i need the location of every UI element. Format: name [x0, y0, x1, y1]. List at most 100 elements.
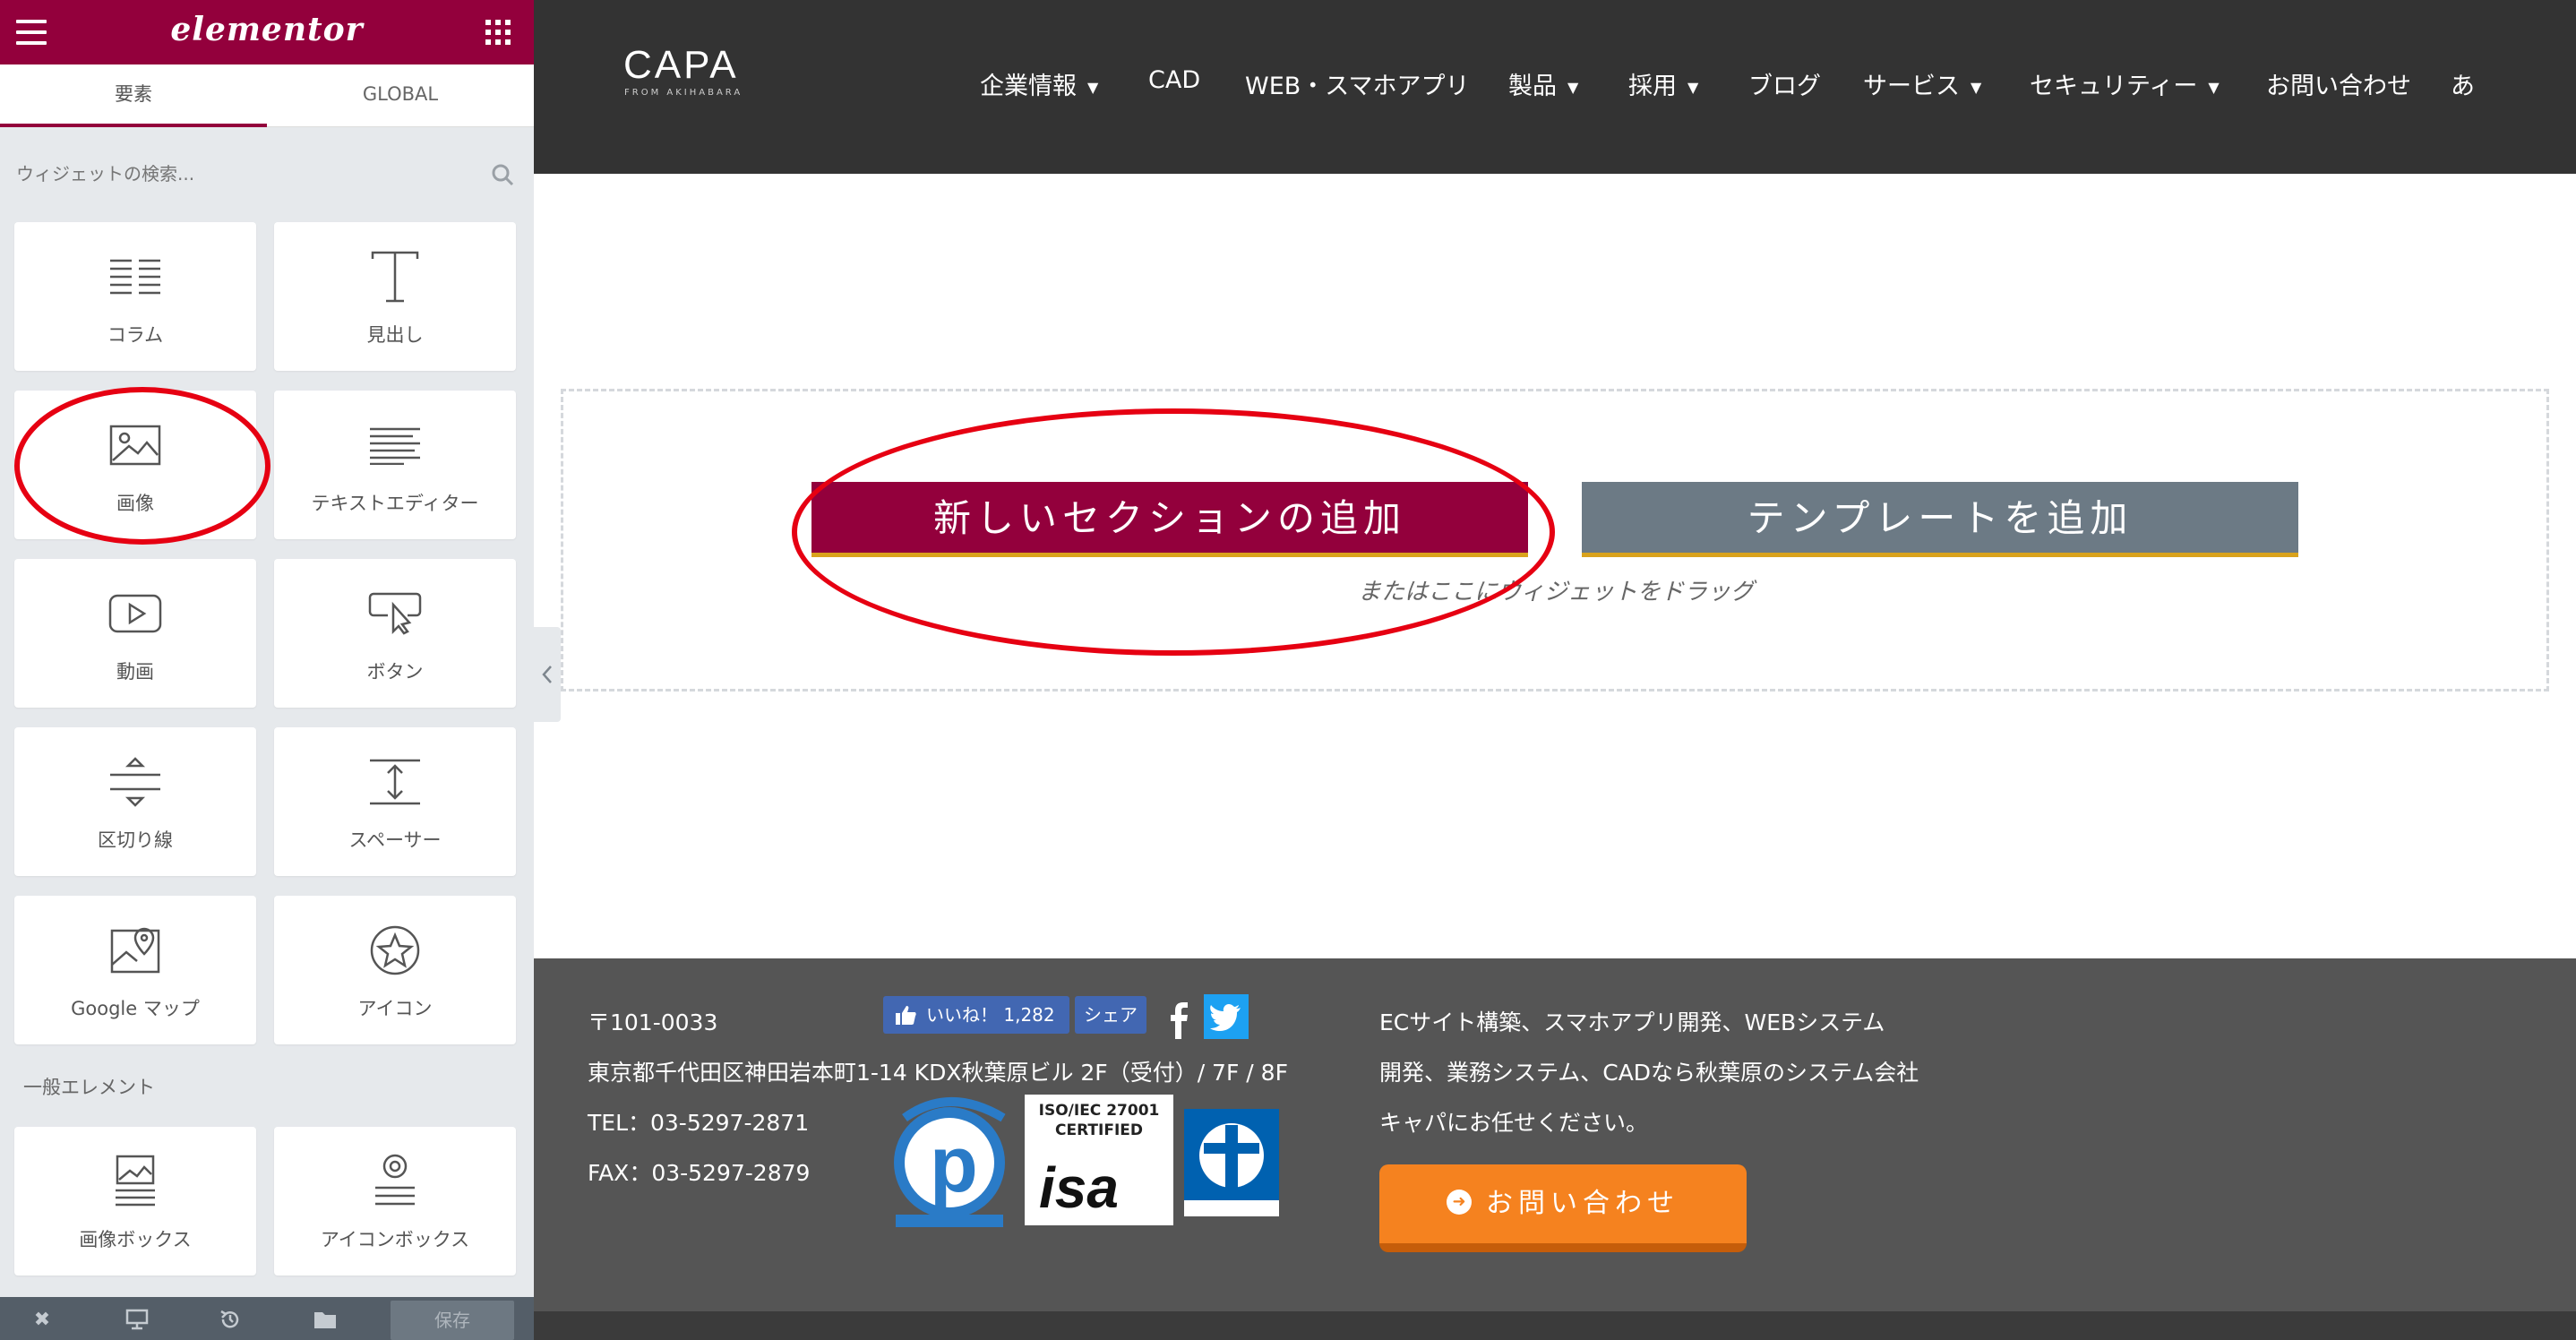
nav-label: 製品: [1508, 73, 1557, 100]
chevron-down-icon: ▼: [1687, 79, 1699, 96]
site-header: CAPA FROM AKIHABARA 企業情報 ▼ CAD WEB・スマホアプリ…: [534, 0, 2576, 174]
collapse-panel-handle[interactable]: [534, 627, 561, 722]
isms-certification-logo: ISO/IEC 27001 CERTIFIED isa: [1025, 1095, 1173, 1225]
nav-web-app[interactable]: WEB・スマホアプリ: [1245, 66, 1469, 101]
widget-label: 見出し: [366, 324, 424, 346]
icon-box-icon: [375, 1154, 415, 1206]
close-icon[interactable]: ✖: [29, 1306, 56, 1333]
nav-recruit[interactable]: 採用 ▼: [1628, 66, 1698, 101]
widget-heading[interactable]: 見出し: [274, 222, 516, 371]
widget-button[interactable]: ボタン: [274, 559, 516, 708]
nav-label: サービス: [1863, 73, 1960, 100]
nav-label: セキュリティー: [2030, 73, 2198, 100]
footer-tagline-line: ECサイト構築、スマホアプリ開発、WEBシステム: [1379, 1009, 1885, 1035]
star-icon: [370, 925, 420, 975]
footer-tagline-line: キャパにお任せください。: [1379, 1110, 1649, 1136]
tab-elements[interactable]: 要素: [0, 64, 267, 127]
contact-button-label: お問い合わせ: [1486, 1188, 1679, 1219]
site-logo[interactable]: CAPA: [623, 43, 739, 88]
search-icon[interactable]: [491, 163, 514, 186]
widget-label: 画像ボックス: [79, 1229, 192, 1250]
arrow-right-circle-icon: ➜: [1447, 1189, 1472, 1215]
widget-label: コラム: [107, 324, 164, 346]
footer-bottom-bar: [534, 1311, 2576, 1340]
video-icon: [108, 594, 162, 633]
chevron-down-icon: ▼: [1567, 79, 1579, 96]
folder-icon[interactable]: [312, 1306, 339, 1333]
apps-grid-icon[interactable]: [485, 20, 511, 45]
spacer-icon: [370, 759, 420, 805]
contact-button[interactable]: ➜ お問い合わせ: [1379, 1164, 1747, 1252]
chevron-down-icon: ▼: [1971, 79, 1982, 96]
nav-blog[interactable]: ブログ: [1748, 66, 1821, 101]
nav-contact[interactable]: お問い合わせ: [2266, 66, 2411, 101]
widget-label: アイコン: [357, 998, 433, 1019]
twitter-icon[interactable]: [1204, 994, 1249, 1039]
svg-text:p: p: [930, 1120, 978, 1208]
section-title-general: 一般エレメント: [23, 1077, 155, 1098]
footer-postal-code: 〒101-0033: [588, 1009, 718, 1035]
text-editor-icon: [370, 427, 420, 465]
footer-address: 東京都千代田区神田岩本町1-14 KDX秋葉原ビル 2F（受付）/ 7F / 8…: [588, 1060, 1288, 1086]
nav-label: WEB・スマホアプリ: [1245, 73, 1470, 100]
nav-products[interactable]: 製品 ▼: [1508, 66, 1578, 101]
widget-google-maps[interactable]: Google マップ: [14, 896, 256, 1044]
sidebar-tabs: 要素 GLOBAL: [0, 64, 534, 127]
nav-label: ブログ: [1748, 73, 1821, 100]
widget-divider[interactable]: 区切り線: [14, 727, 256, 876]
history-icon[interactable]: [217, 1306, 244, 1333]
nav-label: あ: [2451, 73, 2475, 100]
nav-company[interactable]: 企業情報 ▼: [980, 66, 1098, 101]
widget-icon[interactable]: アイコン: [274, 896, 516, 1044]
isa-cert-text: CERTIFIED: [1055, 1121, 1143, 1139]
google-maps-icon: [110, 927, 160, 974]
red-circle-annotation: [792, 408, 1555, 656]
nav-services[interactable]: サービス ▼: [1863, 66, 1981, 101]
facebook-icon[interactable]: [1159, 994, 1198, 1039]
widget-columns[interactable]: コラム: [14, 222, 256, 371]
sidebar-footer: ✖ 保存: [0, 1297, 534, 1340]
columns-icon: [110, 259, 160, 295]
add-template-button[interactable]: テンプレートを追加: [1582, 482, 2298, 557]
widget-label: 区切り線: [98, 829, 173, 851]
widget-search: [0, 143, 534, 206]
widget-icon-box[interactable]: アイコンボックス: [274, 1127, 516, 1276]
widget-label: スペーサー: [348, 829, 442, 851]
svg-text:isa: isa: [1039, 1157, 1119, 1215]
nav-cad[interactable]: CAD: [1148, 66, 1200, 94]
red-circle-annotation: [14, 387, 270, 545]
isa-cert-text: ISO/IEC 27001: [1038, 1102, 1160, 1120]
widget-label: 動画: [116, 661, 154, 683]
nav-label: 企業情報: [980, 73, 1077, 100]
widget-spacer[interactable]: スペーサー: [274, 727, 516, 876]
tab-global[interactable]: GLOBAL: [267, 64, 534, 127]
sidebar-header: elementor: [0, 0, 534, 64]
elementor-logo: elementor: [170, 11, 364, 48]
widget-label: Google マップ: [71, 998, 200, 1019]
widget-video[interactable]: 動画: [14, 559, 256, 708]
image-box-icon: [116, 1155, 155, 1207]
save-button[interactable]: 保存: [391, 1301, 514, 1340]
isms-mark-logo: [1184, 1109, 1279, 1216]
site-logo-subtitle: FROM AKIHABARA: [624, 88, 743, 98]
nav-label: CAD: [1148, 66, 1201, 94]
isa-logo-icon: isa: [1039, 1157, 1119, 1215]
responsive-desktop-icon[interactable]: [124, 1306, 150, 1333]
nav-label: お問い合わせ: [2266, 73, 2411, 100]
widget-label: アイコンボックス: [320, 1229, 470, 1250]
nav-more[interactable]: あ: [2451, 66, 2475, 101]
widget-image-box[interactable]: 画像ボックス: [14, 1127, 256, 1276]
button-icon: [368, 592, 422, 635]
nav-security[interactable]: セキュリティー ▼: [2030, 66, 2220, 101]
widget-text-editor[interactable]: テキストエディター: [274, 391, 516, 539]
privacy-mark-logo: p: [894, 1097, 1006, 1227]
heading-icon: [371, 251, 419, 303]
elementor-sidebar: elementor 要素 GLOBAL コラム 見出し 画像 テキストエディター…: [0, 0, 534, 1340]
facebook-share-button[interactable]: シェア: [1075, 996, 1146, 1034]
footer-tagline-line: 開発、業務システム、CADなら秋葉原のシステム会社: [1379, 1060, 1919, 1086]
footer-tel: TEL：03-5297-2871: [588, 1110, 810, 1136]
footer-fax: FAX：03-5297-2879: [588, 1160, 811, 1186]
widget-search-input[interactable]: [16, 156, 464, 192]
chevron-down-icon: ▼: [2208, 79, 2220, 96]
thumbs-up-icon: [896, 1006, 916, 1025]
